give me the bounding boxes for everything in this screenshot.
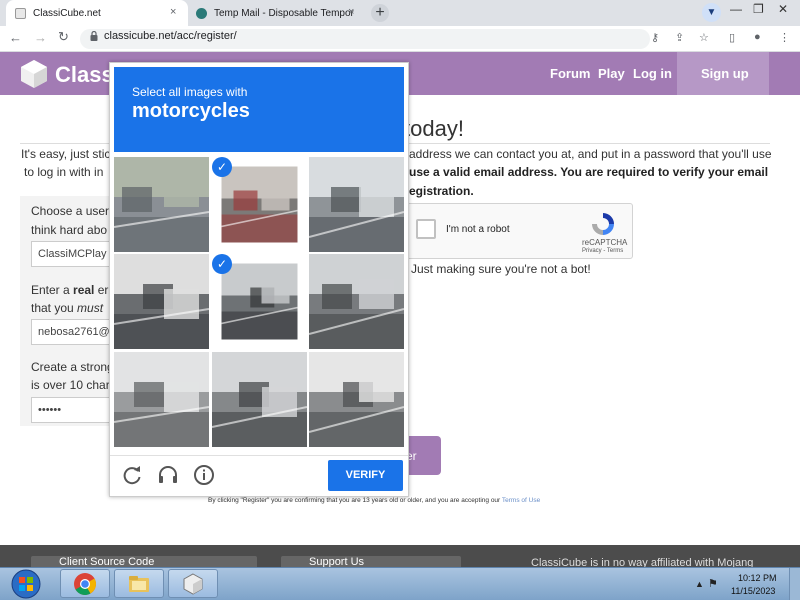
forward-arrow-icon[interactable]: → (34, 30, 47, 45)
reload-icon[interactable]: ↻ (58, 29, 69, 45)
tray-arrow-icon[interactable]: ▲ (695, 579, 704, 589)
terms-notice: By clicking "Register" you are confirmin… (208, 497, 540, 504)
minimize-button[interactable]: — (730, 2, 742, 16)
recaptcha-logo-icon (592, 213, 614, 235)
menu-dots-icon[interactable]: ⋮ (779, 31, 790, 44)
taskbar-chrome[interactable] (60, 569, 110, 598)
captcha-tile[interactable] (114, 157, 209, 252)
bot-note: Just making sure you're not a bot! (411, 262, 591, 276)
tile-photo (309, 157, 404, 252)
back-arrow-icon[interactable]: ← (9, 30, 22, 45)
intro-text-left-1: It's easy, just stic (21, 147, 111, 161)
tab-title: Temp Mail - Disposable Tempora (214, 7, 354, 19)
classicube-app-icon (183, 573, 203, 595)
captcha-target-word: motorcycles (132, 100, 250, 122)
tab-title: ClassiCube.net (33, 7, 101, 19)
email-label-2-pre: that you (31, 301, 78, 315)
captcha-tile[interactable] (309, 352, 404, 447)
info-icon[interactable] (192, 463, 216, 487)
tile-photo (221, 263, 298, 340)
terms-of-use-link[interactable]: Terms of Use (502, 497, 540, 504)
verify-button[interactable]: VERIFY (328, 460, 403, 491)
classicube-logo-icon[interactable] (20, 59, 48, 89)
username-label-2: think hard abo (31, 223, 108, 237)
email-label-2-italic: must (77, 301, 104, 315)
tab-temp-mail[interactable]: Temp Mail - Disposable Tempora × (188, 0, 364, 26)
intro-text-right-3: egistration. (409, 184, 474, 198)
captcha-tile[interactable] (114, 352, 209, 447)
restore-button[interactable]: ❐ (753, 2, 764, 16)
chrome-icon (74, 573, 96, 595)
email-label-pre: Enter a (31, 283, 74, 297)
lock-icon (90, 31, 98, 41)
tab-search-chevron-icon[interactable]: ▼ (702, 3, 721, 22)
intro-text-left-2: to log in with in (24, 165, 104, 179)
taskbar-explorer[interactable] (114, 569, 164, 598)
captcha-instruction: Select all images with (132, 85, 248, 99)
recaptcha-privacy-terms-link[interactable]: Privacy - Terms (582, 248, 623, 254)
windows-start-icon[interactable] (7, 568, 45, 600)
username-field[interactable]: ClassiMCPlay (31, 241, 115, 267)
captcha-divider (110, 455, 408, 456)
recaptcha-label: I'm not a robot (446, 224, 510, 235)
tray-flag-icon[interactable]: ⚑ (708, 577, 718, 590)
audio-challenge-icon[interactable] (156, 463, 180, 487)
recaptcha-checkbox[interactable] (416, 219, 436, 239)
close-icon[interactable]: × (348, 6, 354, 18)
terms-text: By clicking "Register" you are confirmin… (208, 497, 502, 504)
folder-icon (129, 576, 149, 592)
tile-photo (212, 352, 307, 447)
key-icon[interactable]: ⚷ (651, 31, 659, 44)
email-label: Enter a real er (31, 283, 108, 297)
tile-selected-check-icon: ✓ (212, 157, 232, 177)
tile-photo (309, 254, 404, 349)
tile-photo (114, 157, 209, 252)
password-label: Create a strong (31, 360, 114, 374)
email-label-2: that you must (31, 301, 103, 315)
tile-selected-check-icon: ✓ (212, 254, 232, 274)
url-text[interactable]: classicube.net/acc/register/ (104, 30, 237, 42)
nav-login[interactable]: Log in (633, 66, 672, 81)
tile-photo (309, 352, 404, 447)
password-label-2: is over 10 char (31, 378, 110, 392)
email-field[interactable]: nebosa2761@ (31, 319, 115, 345)
nav-play[interactable]: Play (598, 66, 625, 81)
nav-signup[interactable]: Sign up (701, 66, 749, 81)
intro-text-right-2: use a valid email address. You are requi… (409, 165, 769, 179)
tile-photo (114, 254, 209, 349)
captcha-tile[interactable] (309, 157, 404, 252)
tile-photo (114, 352, 209, 447)
email-label-post: er (94, 283, 109, 297)
classicube-favicon-icon (15, 7, 26, 19)
captcha-tile[interactable] (212, 352, 307, 447)
tray-date[interactable]: 11/15/2023 (731, 586, 775, 596)
intro-text-right-1: address we can contact you at, and put i… (409, 147, 772, 161)
captcha-tile[interactable] (309, 254, 404, 349)
show-desktop-button[interactable] (789, 568, 800, 600)
close-window-button[interactable]: ✕ (778, 2, 788, 16)
temp-mail-favicon-icon (196, 7, 207, 19)
share-icon[interactable]: ⇪ (675, 31, 684, 44)
new-tab-button[interactable]: + (371, 4, 389, 22)
page-heading: today! (404, 116, 464, 141)
recaptcha-brand: reCAPTCHA (582, 238, 628, 247)
close-icon[interactable]: × (170, 6, 176, 18)
profile-icon[interactable]: ● (754, 31, 761, 43)
taskbar-classicube[interactable] (168, 569, 218, 598)
username-label: Choose a user (31, 204, 110, 218)
nav-forum[interactable]: Forum (550, 66, 590, 81)
tile-photo (221, 166, 298, 243)
tray-time[interactable]: 10:12 PM (738, 573, 777, 583)
side-panel-icon[interactable]: ▯ (729, 31, 735, 44)
bookmark-star-icon[interactable]: ☆ (699, 31, 709, 44)
reload-challenge-icon[interactable] (120, 463, 144, 487)
tab-classicube[interactable]: ClassiCube.net × (6, 0, 188, 26)
email-label-bold: real (73, 283, 95, 297)
captcha-tile[interactable] (114, 254, 209, 349)
password-field[interactable]: •••••• (31, 397, 115, 423)
